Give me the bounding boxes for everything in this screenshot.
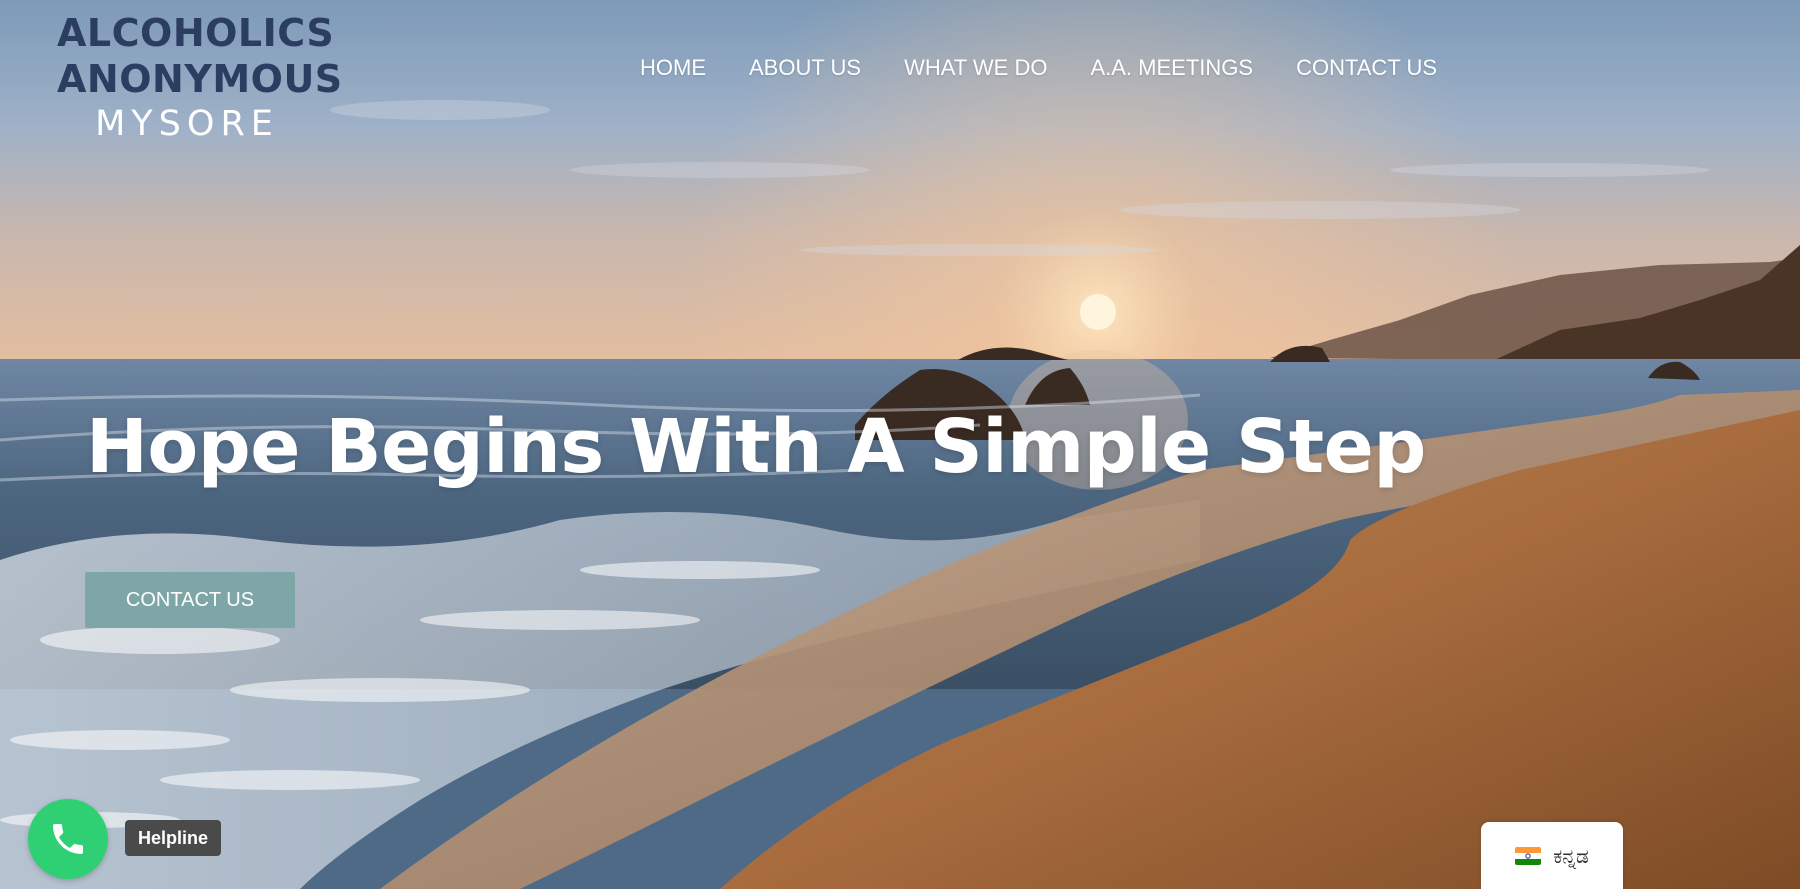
contact-us-button[interactable]: CONTACT US bbox=[85, 572, 295, 628]
hero-section: ALCOHOLICS ANONYMOUS MYSORE HOME ABOUT U… bbox=[0, 0, 1800, 889]
helpline-label[interactable]: Helpline bbox=[125, 820, 222, 856]
site-logo[interactable]: ALCOHOLICS ANONYMOUS MYSORE bbox=[57, 10, 343, 145]
hero-headline: Hope Begins With A Simple Step bbox=[86, 404, 1426, 490]
nav-aa-meetings[interactable]: A.A. MEETINGS bbox=[1090, 53, 1253, 83]
language-switcher[interactable]: ಕನ್ನಡ bbox=[1481, 822, 1623, 889]
helpline-call-button[interactable] bbox=[28, 799, 108, 879]
logo-line-anonymous: ANONYMOUS bbox=[57, 57, 343, 101]
logo-line-mysore: MYSORE bbox=[95, 104, 279, 144]
india-flag-icon bbox=[1515, 846, 1542, 865]
nav-what-we-do[interactable]: WHAT WE DO bbox=[904, 53, 1047, 83]
phone-icon bbox=[53, 824, 83, 854]
logo-line-alcoholics: ALCOHOLICS bbox=[57, 11, 335, 55]
language-label: ಕನ್ನಡ bbox=[1553, 843, 1589, 868]
nav-contact-us[interactable]: CONTACT US bbox=[1296, 53, 1437, 83]
main-nav: HOME ABOUT US WHAT WE DO A.A. MEETINGS C… bbox=[640, 53, 1437, 83]
nav-home[interactable]: HOME bbox=[640, 53, 706, 83]
nav-about-us[interactable]: ABOUT US bbox=[749, 53, 861, 83]
